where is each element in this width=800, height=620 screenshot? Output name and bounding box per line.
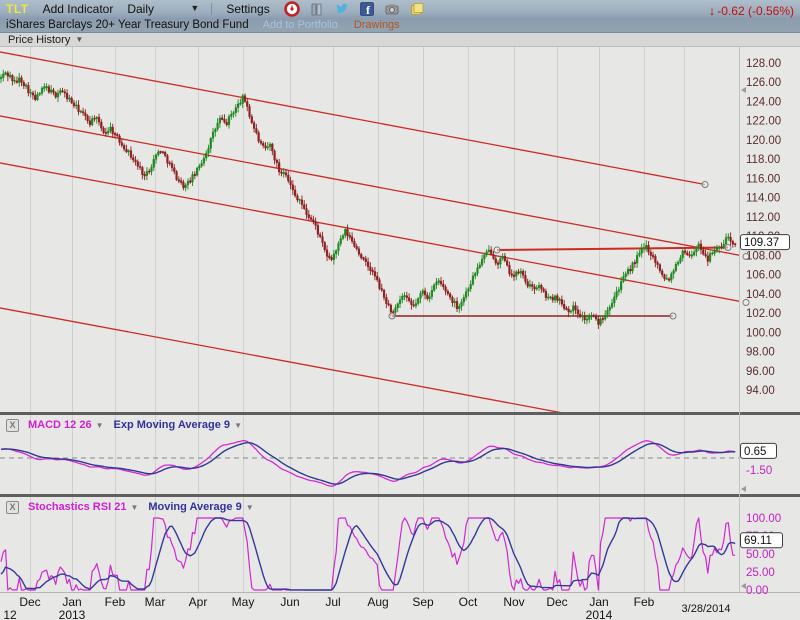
- price-tick: 106.00: [746, 270, 781, 282]
- chevron-down-icon: ▼: [234, 421, 242, 430]
- price-tick: 94.00: [746, 385, 775, 397]
- snapshot-icon[interactable]: [384, 1, 400, 17]
- drawings-link[interactable]: Drawings: [354, 19, 400, 31]
- year-label: 12: [3, 608, 17, 620]
- macd-tick: -1.50: [746, 465, 772, 477]
- month-label: Jun: [280, 595, 299, 609]
- year-label: 2014: [586, 608, 613, 620]
- price-tick: 104.00: [746, 289, 781, 301]
- chevron-down-icon: ▼: [190, 4, 199, 13]
- price-tick: 102.00: [746, 308, 781, 320]
- settings-button[interactable]: Settings: [226, 2, 269, 16]
- month-label: Jul: [325, 595, 340, 609]
- chevron-down-icon: ▼: [130, 503, 138, 512]
- month-label: Mar: [145, 595, 166, 609]
- price-tick: 98.00: [746, 347, 775, 359]
- price-tick: 122.00: [746, 116, 781, 128]
- stoch-value-badge: 69.11: [744, 535, 772, 547]
- alerts-icon[interactable]: [284, 1, 300, 17]
- macd-value-badge: 0.65: [744, 446, 766, 458]
- panel-divider: [0, 412, 800, 415]
- down-arrow-icon: ↓: [709, 3, 716, 18]
- month-label: Dec: [546, 595, 567, 609]
- stoch-tick: 50.00: [746, 549, 775, 561]
- price-history-header[interactable]: Price History ▼: [0, 33, 800, 47]
- price-tick: 116.00: [746, 173, 780, 185]
- month-label: Jan: [62, 595, 81, 609]
- timeframe-value: Daily: [127, 2, 154, 16]
- price-history-label: Price History: [8, 34, 70, 46]
- macd-panel-header: X MACD 12 26 ▼ Exp Moving Average 9 ▼: [0, 417, 242, 433]
- notes-icon[interactable]: [409, 1, 425, 17]
- price-tick: 114.00: [746, 193, 780, 205]
- stoch-panel-header: X Stochastics RSI 21 ▼ Moving Average 9 …: [0, 499, 254, 515]
- toolbar-separator: [211, 3, 212, 15]
- price-tick: 124.00: [746, 96, 781, 108]
- macd-label[interactable]: MACD 12 26: [28, 419, 92, 431]
- library-icon[interactable]: [309, 1, 325, 17]
- price-tick: 120.00: [746, 135, 781, 147]
- price-tick: 128.00: [746, 58, 781, 70]
- toolbar-icon-group: f: [284, 1, 425, 17]
- price-tick: 118.00: [746, 154, 780, 166]
- price-change-text: -0.62 (-0.56%): [717, 4, 794, 18]
- chart-canvas[interactable]: 128.00126.00124.00122.00120.00118.00116.…: [0, 47, 800, 620]
- last-date-label: 3/28/2014: [682, 603, 731, 615]
- stock-chart-app: { "toolbar": { "ticker": "TLT", "add_ind…: [0, 0, 800, 620]
- month-label: Oct: [459, 595, 478, 609]
- stoch-ma-label[interactable]: Moving Average 9: [148, 501, 241, 513]
- macd-ema-label[interactable]: Exp Moving Average 9: [114, 419, 231, 431]
- add-to-portfolio-link[interactable]: Add to Portfolio: [263, 19, 338, 31]
- month-label: Nov: [503, 595, 524, 609]
- stoch-tick: 100.00: [746, 513, 781, 525]
- price-change: ↓ -0.62 (-0.56%): [709, 3, 794, 18]
- chevron-down-icon: ▼: [75, 35, 83, 44]
- price-tick: 96.00: [746, 366, 775, 378]
- month-label: Dec: [19, 595, 40, 609]
- last-price-badge: 109.37: [744, 237, 779, 249]
- price-tick: 126.00: [746, 77, 781, 89]
- month-label: Aug: [367, 595, 388, 609]
- toolbar: TLT Add Indicator Daily ▼ Settings f: [0, 0, 800, 33]
- twitter-icon[interactable]: [334, 1, 350, 17]
- price-tick: 108.00: [746, 250, 781, 262]
- year-label: 2013: [59, 608, 86, 620]
- chevron-down-icon: ▼: [96, 421, 104, 430]
- month-label: Sep: [412, 595, 434, 609]
- ticker-symbol: TLT: [6, 2, 29, 16]
- month-label: May: [232, 595, 255, 609]
- stoch-tick: 0.00: [746, 585, 768, 597]
- month-label: Apr: [189, 595, 208, 609]
- facebook-icon[interactable]: f: [359, 1, 375, 17]
- month-label: Feb: [105, 595, 126, 609]
- toolbar-row-symbol: iShares Barclays 20+ Year Treasury Bond …: [0, 17, 800, 32]
- panel-divider: [0, 494, 800, 497]
- price-tick: 100.00: [746, 327, 781, 339]
- toolbar-row-main: TLT Add Indicator Daily ▼ Settings f: [0, 0, 800, 17]
- stoch-label[interactable]: Stochastics RSI 21: [28, 501, 126, 513]
- price-tick: 112.00: [746, 212, 780, 224]
- timeframe-dropdown[interactable]: Daily ▼: [127, 2, 199, 16]
- close-stoch-button[interactable]: X: [6, 501, 19, 514]
- fund-name: iShares Barclays 20+ Year Treasury Bond …: [6, 19, 249, 31]
- close-macd-button[interactable]: X: [6, 419, 19, 432]
- add-indicator-button[interactable]: Add Indicator: [43, 2, 114, 16]
- month-label: Feb: [634, 595, 655, 609]
- stoch-tick: 25.00: [746, 567, 775, 579]
- chevron-down-icon: ▼: [246, 503, 254, 512]
- month-label: Jan: [589, 595, 608, 609]
